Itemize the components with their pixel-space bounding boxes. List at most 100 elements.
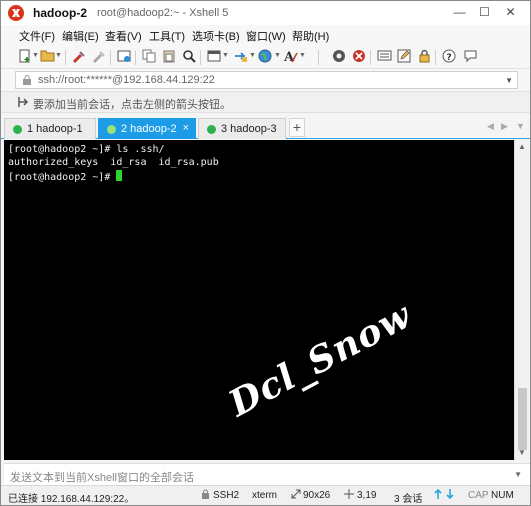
- session-status-dot: [207, 125, 216, 134]
- maximize-button[interactable]: ☐: [472, 1, 497, 23]
- connect-icon[interactable]: [71, 49, 87, 65]
- toolbar-divider: [135, 50, 136, 65]
- num-lock-indicator: NUM: [491, 490, 514, 501]
- compose-placeholder: 发送文本到当前Xshell窗口的全部会话: [10, 472, 194, 484]
- xshell-logo-icon: [8, 5, 24, 21]
- menu-file[interactable]: 文件(F): [19, 28, 55, 44]
- protocol-label: SSH2: [213, 490, 240, 501]
- chevron-down-icon[interactable]: ▼: [514, 470, 522, 479]
- reconnect-icon[interactable]: [116, 49, 132, 65]
- protocol-lock-icon: [201, 489, 210, 502]
- svg-text:?: ?: [447, 53, 452, 63]
- menu-tabs[interactable]: 选项卡(B): [192, 28, 240, 44]
- hint-text: 要添加当前会话，点击左侧的箭头按钮。: [33, 99, 231, 111]
- xftp-icon[interactable]: [351, 49, 367, 65]
- menu-window[interactable]: 窗口(W): [246, 28, 286, 44]
- keyboard-icon[interactable]: [376, 49, 392, 65]
- terminal-prompt-line: [root@hadoop2 ~]#: [8, 170, 123, 183]
- add-tab-button[interactable]: +: [289, 118, 305, 137]
- disconnect-icon[interactable]: [91, 49, 107, 65]
- menu-bar: 文件(F) 编辑(E) 查看(V) 工具(T) 选项卡(B) 窗口(W) 帮助(…: [1, 25, 530, 45]
- session-hint-bar: 要添加当前会话，点击左侧的箭头按钮。: [1, 91, 530, 113]
- session-status-dot: [107, 125, 116, 134]
- open-folder-icon[interactable]: [39, 49, 55, 65]
- chevron-down-icon[interactable]: ▼: [299, 52, 306, 59]
- terminal-size-label: 90x26: [303, 490, 331, 501]
- lock-icon[interactable]: [416, 49, 432, 65]
- terminal-line: [root@hadoop2 ~]# ls .ssh/: [8, 144, 165, 155]
- tab-label: 3 hadoop-3: [221, 123, 277, 135]
- xshell-script-icon[interactable]: [331, 49, 347, 65]
- session-status-dot: [13, 125, 22, 134]
- upload-arrow-icon: [434, 488, 442, 502]
- session-tab-bar: 1 hadoop-1 2 hadoop-2 × 3 hadoop-3 + ◀ ▶…: [1, 117, 530, 139]
- close-button[interactable]: ✕: [498, 1, 523, 23]
- toolbar-divider: [318, 50, 319, 65]
- terminal-scrollbar[interactable]: ▲ ▼: [514, 140, 529, 460]
- cursor-position-label: 3,19: [357, 490, 377, 501]
- chevron-down-icon[interactable]: ▼: [505, 76, 513, 85]
- address-text: ssh://root:******@192.168.44.129:22: [38, 74, 215, 86]
- font-icon[interactable]: A: [282, 49, 298, 65]
- chevron-down-icon[interactable]: ▼: [55, 52, 62, 59]
- chevron-down-icon[interactable]: ▼: [32, 52, 39, 59]
- scrollbar-thumb[interactable]: [518, 388, 527, 450]
- title-bar: hadoop-2 root@hadoop2:~ - Xshell 5 — ☐ ✕: [1, 1, 530, 25]
- address-bar: ssh://root:******@192.168.44.129:22 ▼: [1, 69, 530, 91]
- new-session-icon[interactable]: [17, 49, 33, 65]
- toolbar-divider: [65, 50, 66, 65]
- scroll-right-icon[interactable]: ▶: [501, 121, 508, 132]
- toolbar-divider: [110, 50, 111, 65]
- tab-hadoop-3[interactable]: 3 hadoop-3: [198, 118, 286, 139]
- menu-edit[interactable]: 编辑(E): [62, 28, 99, 44]
- fullscreen-icon[interactable]: [206, 49, 222, 65]
- cursor-position-icon: [344, 489, 354, 502]
- resize-icon: [291, 489, 301, 502]
- copy-icon[interactable]: [141, 49, 157, 65]
- watermark: Dcl_Snow: [222, 294, 419, 426]
- menu-help[interactable]: 帮助(H): [292, 28, 329, 44]
- scroll-up-icon[interactable]: ▲: [518, 142, 526, 151]
- terminal-type-label: xterm: [252, 490, 277, 501]
- compose-bar[interactable]: 发送文本到当前Xshell窗口的全部会话 ▼: [4, 463, 530, 485]
- window-subtitle: root@hadoop2:~ - Xshell 5: [97, 7, 229, 19]
- tab-hadoop-1[interactable]: 1 hadoop-1: [4, 118, 96, 139]
- caps-lock-indicator: CAP: [468, 490, 489, 501]
- download-arrow-icon: [446, 489, 454, 502]
- menu-tools[interactable]: 工具(T): [149, 28, 185, 44]
- chevron-down-icon[interactable]: ▼: [222, 52, 229, 59]
- terminal-prompt: [root@hadoop2 ~]#: [8, 172, 117, 183]
- help-icon[interactable]: ?: [441, 49, 457, 65]
- minimize-button[interactable]: —: [447, 1, 472, 23]
- tab-list-icon[interactable]: ▼: [516, 121, 525, 131]
- toolbar: ▼ ▼ ▼ ▼ ▼ A ▼ ?: [1, 45, 530, 69]
- toolbar-divider: [370, 50, 371, 65]
- window-title: hadoop-2: [33, 6, 87, 20]
- status-bar: 已连接 192.168.44.129:22。 SSH2 xterm 90x26 …: [1, 485, 530, 505]
- chevron-down-icon[interactable]: ▼: [249, 52, 256, 59]
- tab-label: 2 hadoop-2: [121, 123, 177, 135]
- tab-hadoop-2[interactable]: 2 hadoop-2 ×: [98, 118, 196, 139]
- terminal-line: authorized_keys id_rsa id_rsa.pub: [8, 157, 219, 168]
- toolbar-divider: [435, 50, 436, 65]
- terminal-screen[interactable]: [root@hadoop2 ~]# ls .ssh/ authorized_ke…: [4, 140, 514, 460]
- globe-icon[interactable]: [257, 49, 273, 65]
- transfer-icon[interactable]: [232, 49, 248, 65]
- toolbar-divider: [200, 50, 201, 65]
- close-tab-icon[interactable]: ×: [183, 122, 189, 134]
- scroll-down-icon[interactable]: ▼: [518, 448, 526, 457]
- lock-icon: [22, 74, 32, 88]
- menu-view[interactable]: 查看(V): [105, 28, 142, 44]
- connection-status: 已连接 192.168.44.129:22。: [8, 494, 135, 505]
- address-field[interactable]: ssh://root:******@192.168.44.129:22 ▼: [15, 71, 518, 89]
- find-icon[interactable]: [181, 49, 197, 65]
- chevron-down-icon[interactable]: ▼: [274, 52, 281, 59]
- scroll-left-icon[interactable]: ◀: [487, 121, 494, 132]
- chat-icon[interactable]: [462, 49, 478, 65]
- add-session-arrow-icon[interactable]: [17, 96, 29, 111]
- paste-icon[interactable]: [161, 49, 177, 65]
- compose-icon[interactable]: [396, 49, 412, 65]
- terminal-cursor: [116, 170, 123, 181]
- xshell-window: hadoop-2 root@hadoop2:~ - Xshell 5 — ☐ ✕…: [0, 0, 531, 506]
- session-count-label: 3 会话: [394, 494, 423, 505]
